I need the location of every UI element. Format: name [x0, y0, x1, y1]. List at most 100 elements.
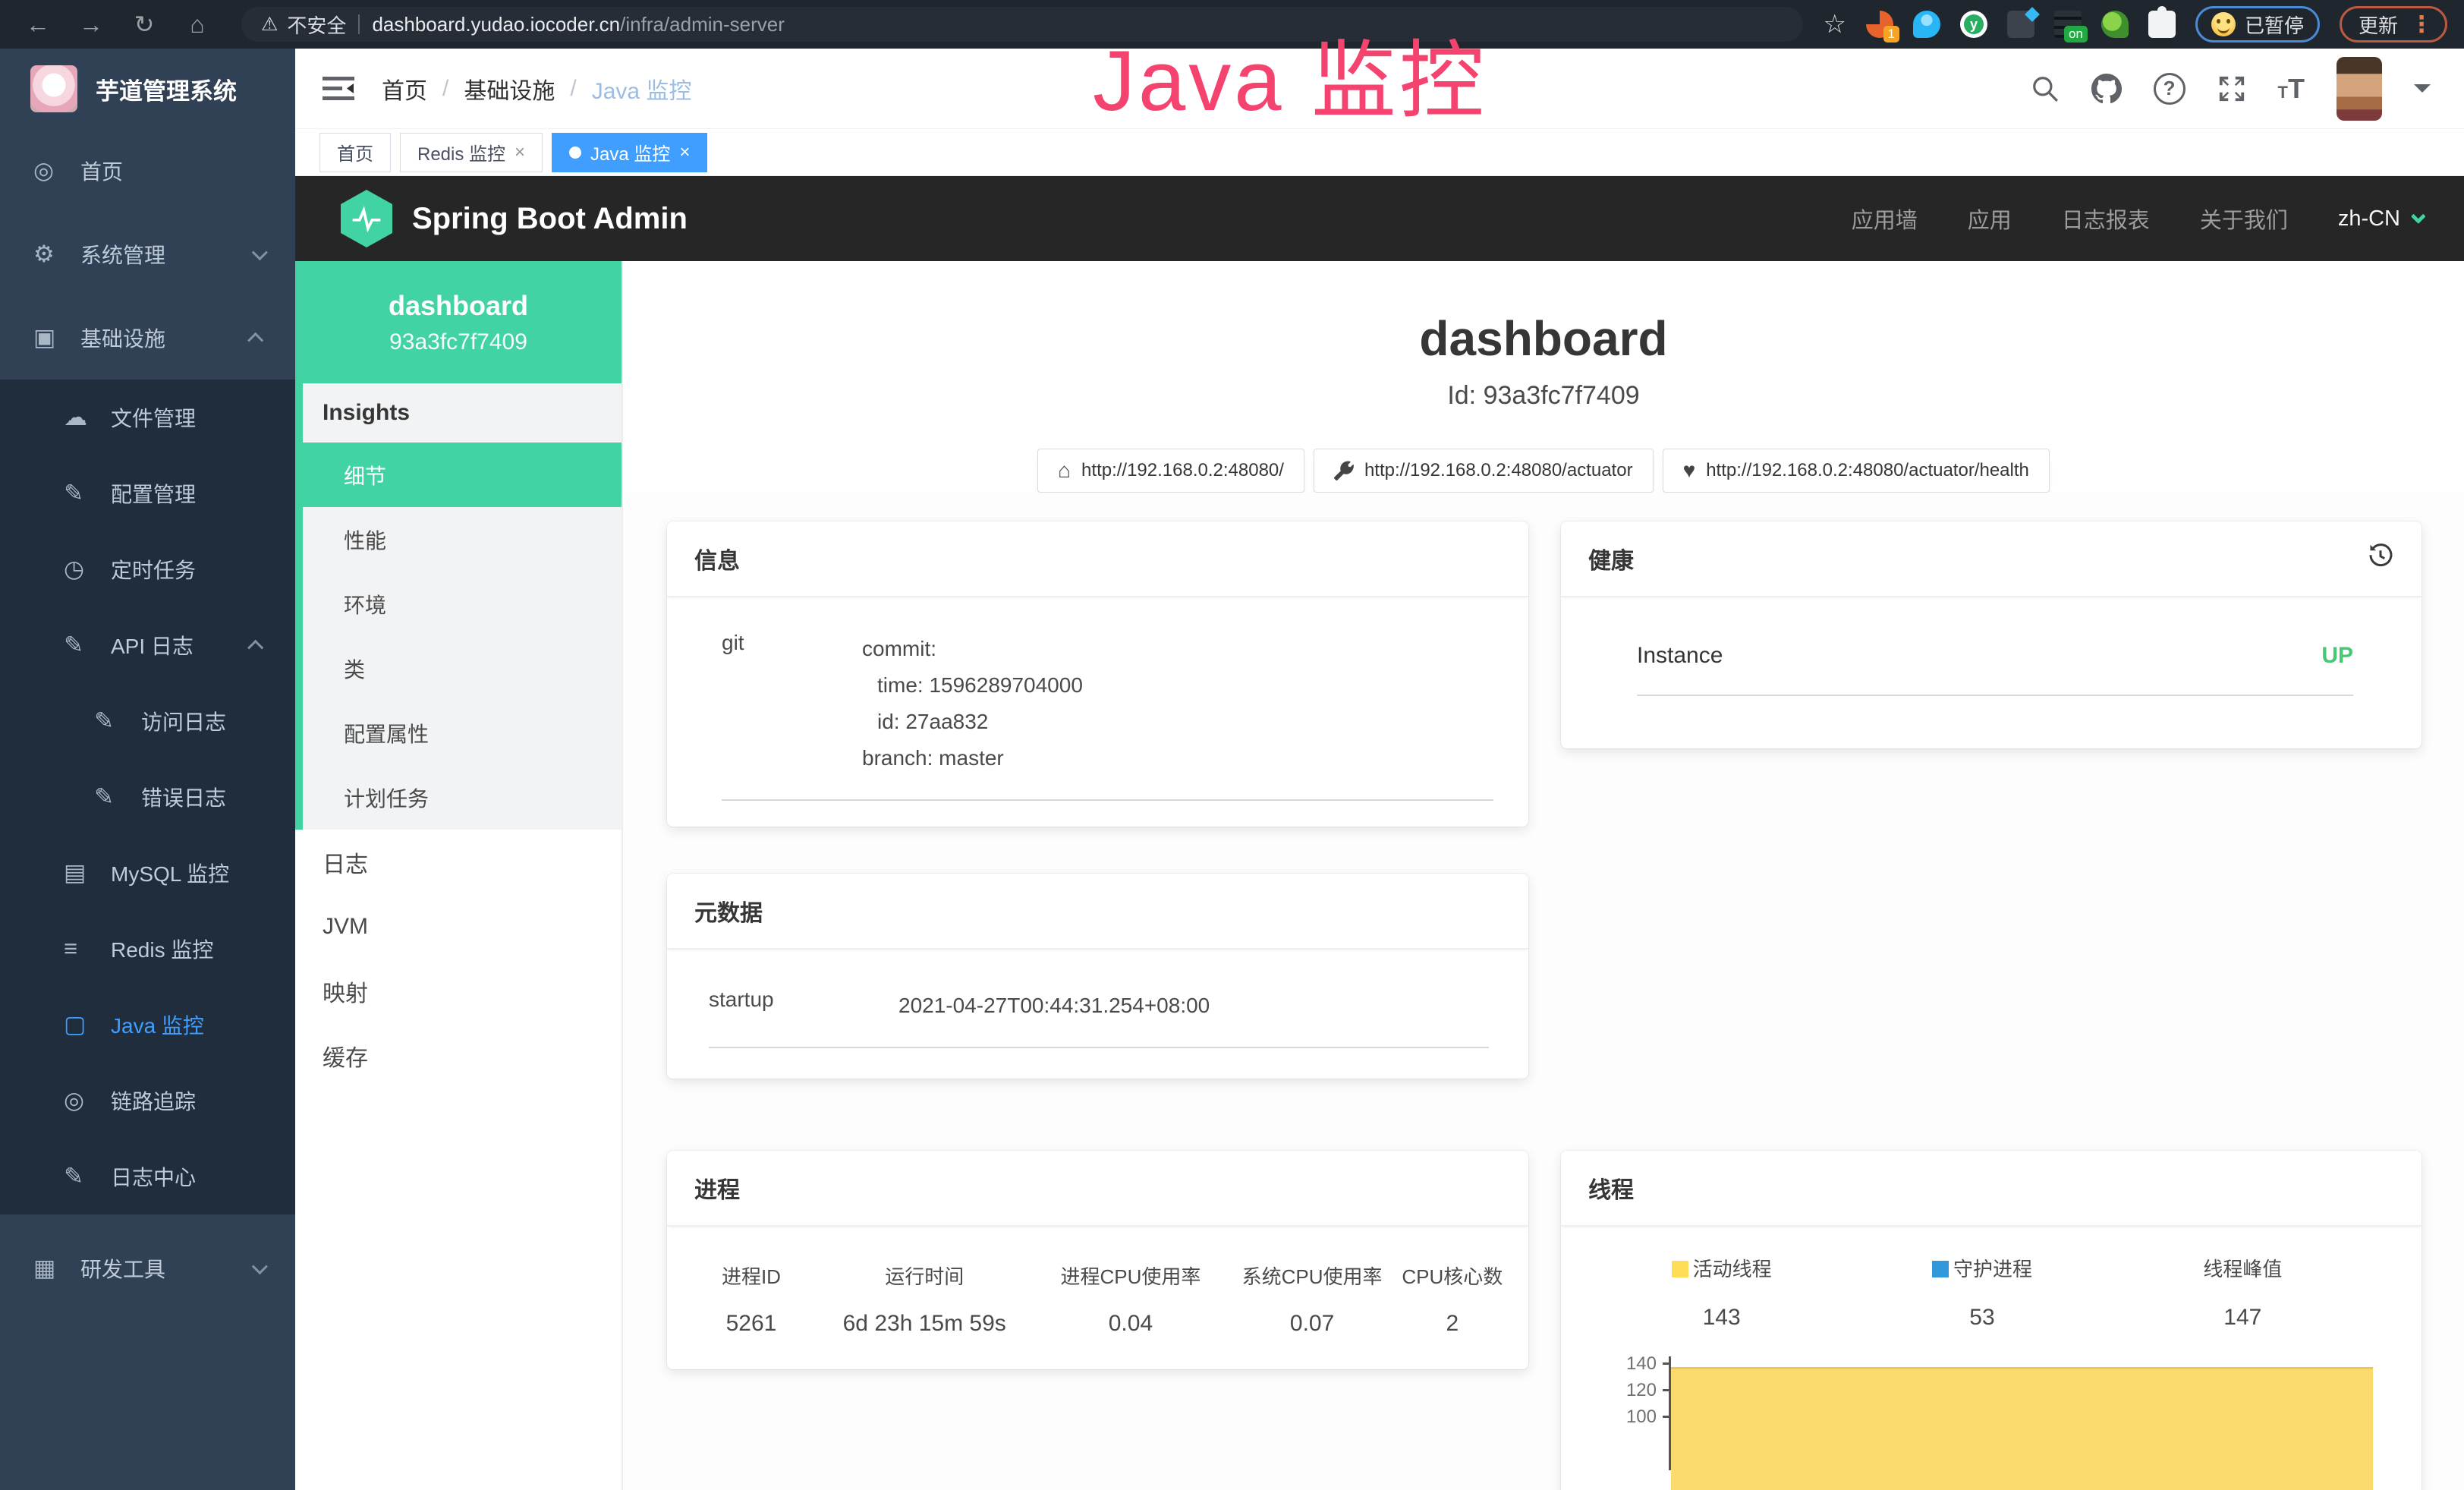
sba-menu-jvm[interactable]: JVM: [295, 894, 622, 959]
sba-menu-caches[interactable]: 缓存: [295, 1023, 622, 1088]
log-icon: ✎: [94, 707, 131, 735]
sidebar-item-scheduled-tasks[interactable]: ◷ 定时任务: [0, 531, 295, 607]
annotation-java-monitor: Java 监控: [1093, 12, 1487, 135]
browser-window: ← → ↻ ⌂ ⚠ 不安全 dashboard.yudao.iocoder.cn…: [0, 0, 2464, 1490]
breadcrumb-infrastructure[interactable]: 基础设施: [464, 72, 555, 106]
address-bar[interactable]: ⚠ 不安全 dashboard.yudao.iocoder.cn /infra/…: [241, 7, 1803, 42]
update-button[interactable]: 更新 ⋮: [2340, 6, 2447, 43]
extension-icon-4[interactable]: [2007, 11, 2034, 38]
breadcrumb-home[interactable]: 首页: [382, 72, 427, 106]
app-title: 芋道管理系统: [96, 72, 237, 106]
stat-value: 147: [2113, 1305, 2373, 1331]
instance-name: dashboard: [389, 290, 528, 322]
sba-nav-journal[interactable]: 日志报表: [2062, 203, 2150, 235]
puzzle-extensions-icon[interactable]: [2148, 11, 2176, 38]
sba-brand[interactable]: Spring Boot Admin: [412, 202, 688, 236]
sidebar-item-dev-tools[interactable]: ▦ 研发工具: [0, 1227, 295, 1310]
fullscreen-icon[interactable]: [2217, 74, 2246, 103]
sidebar-item-api-logs[interactable]: ✎ API 日志: [0, 607, 295, 683]
log-center-icon: ✎: [64, 1163, 100, 1190]
sidebar-item-access-logs[interactable]: ✎ 访问日志: [0, 683, 295, 759]
process-table: 进程ID 5261 运行时间 6d 23h 15m 59s: [685, 1262, 1510, 1337]
sba-sidebar: dashboard 93a3fc7f7409 Insights 细节 性能 环境…: [295, 261, 623, 1490]
threads-card-title: 线程: [1588, 1171, 1634, 1205]
font-size-icon[interactable]: TT: [2278, 73, 2305, 105]
sba-logo-icon[interactable]: [341, 190, 392, 247]
sba-menu-details[interactable]: 细节: [295, 443, 622, 507]
thread-stats: 活动线程 143 守护进程 53 线程峰值: [1591, 1254, 2373, 1331]
actuator-url-link[interactable]: http://192.168.0.2:48080/actuator: [1314, 449, 1654, 493]
sidebar-item-system[interactable]: ⚙ 系统管理: [0, 213, 295, 296]
sba-menu-scheduled-tasks[interactable]: 计划任务: [303, 765, 622, 830]
extension-icon-3[interactable]: y: [1960, 11, 1987, 38]
health-url-link[interactable]: ♥ http://192.168.0.2:48080/actuator/heal…: [1663, 449, 2050, 493]
forward-icon[interactable]: →: [70, 0, 112, 49]
not-secure-label: 不安全: [287, 11, 346, 39]
threads-card: 线程 活动线程 143 守护进程: [1561, 1151, 2422, 1490]
back-icon[interactable]: ←: [17, 0, 59, 49]
process-card: 进程 进程ID 5261 运行时间: [667, 1151, 1528, 1369]
tab-redis-monitor[interactable]: Redis 监控 ×: [400, 133, 543, 172]
sba-menu-config-props[interactable]: 配置属性: [303, 701, 622, 765]
sba-menu-metrics[interactable]: 性能: [303, 507, 622, 572]
sba-menu-mappings[interactable]: 映射: [295, 959, 622, 1023]
sidebar-item-mysql-monitor[interactable]: ▤ MySQL 监控: [0, 835, 295, 911]
close-icon[interactable]: ×: [679, 142, 690, 163]
info-card: 信息 git commit: time: 1596289704000 id: 2…: [667, 521, 1528, 827]
sidebar-item-file-management[interactable]: ☁ 文件管理: [0, 380, 295, 455]
live-threads-area-series: [1671, 1367, 2373, 1490]
sidebar-item-infrastructure[interactable]: ▣ 基础设施: [0, 296, 295, 380]
user-menu-caret-icon[interactable]: [2414, 84, 2431, 101]
instance-id: 93a3fc7f7409: [389, 329, 527, 355]
sidebar-item-log-center[interactable]: ✎ 日志中心: [0, 1139, 295, 1214]
avatar[interactable]: [2337, 57, 2382, 121]
metadata-startup-row: startup 2021-04-27T00:44:31.254+08:00: [709, 988, 1489, 1048]
sba-menu-classes[interactable]: 类: [303, 636, 622, 701]
metadata-card-title: 元数据: [694, 894, 763, 928]
sidebar-item-redis-monitor[interactable]: ≡ Redis 监控: [0, 911, 295, 987]
sidebar-item-java-monitor[interactable]: ▢ Java 监控: [0, 987, 295, 1063]
legend-swatch-daemon-threads: [1932, 1261, 1949, 1277]
health-instance-label: Instance: [1637, 643, 1723, 669]
github-icon[interactable]: [2091, 74, 2122, 104]
sba-nav-wallboard[interactable]: 应用墙: [1852, 203, 1918, 235]
sidebar-item-config-management[interactable]: ✎ 配置管理: [0, 455, 295, 531]
instance-header[interactable]: dashboard 93a3fc7f7409: [295, 261, 622, 383]
locale-selector[interactable]: zh-CN: [2338, 206, 2422, 232]
bookmark-star-icon[interactable]: ☆: [1823, 9, 1846, 39]
home-icon[interactable]: ⌂: [176, 0, 219, 49]
emoji-face-icon: [2211, 12, 2236, 36]
tab-java-monitor[interactable]: Java 监控 ×: [552, 133, 707, 172]
page-title: dashboard: [623, 311, 2464, 366]
java-monitor-icon: ▢: [64, 1011, 100, 1038]
paused-status-pill[interactable]: 已暂停: [2195, 6, 2320, 43]
browser-menu-icon[interactable]: ⋮: [2410, 11, 2433, 38]
tab-home[interactable]: 首页: [319, 133, 391, 172]
sba-nav-applications[interactable]: 应用: [1968, 203, 2012, 235]
app-logo-row[interactable]: 芋道管理系统: [0, 49, 295, 129]
extension-icon-2[interactable]: [1913, 11, 1940, 38]
sidebar-item-error-logs[interactable]: ✎ 错误日志: [0, 759, 295, 835]
health-history-icon[interactable]: [2367, 542, 2394, 575]
close-icon[interactable]: ×: [515, 142, 525, 163]
breadcrumb-current: Java 监控: [592, 72, 692, 106]
sidebar-item-tracing[interactable]: ◎ 链路追踪: [0, 1063, 295, 1139]
sba-menu-logs[interactable]: 日志: [295, 830, 622, 894]
sba-nav-about[interactable]: 关于我们: [2200, 203, 2288, 235]
sidebar-toggle-icon[interactable]: [323, 75, 354, 102]
extension-icon-6[interactable]: [2101, 11, 2129, 38]
stat-value: 53: [1852, 1305, 2112, 1331]
search-icon[interactable]: [2031, 74, 2060, 103]
column-header: 运行时间: [817, 1262, 1032, 1290]
health-instance-row: Instance UP: [1637, 643, 2353, 696]
help-icon[interactable]: ?: [2154, 73, 2186, 105]
cell-value: 0.07: [1229, 1311, 1394, 1337]
extension-icon-5[interactable]: on: [2054, 11, 2082, 38]
sidebar-item-home[interactable]: ◎ 首页: [0, 129, 295, 213]
extension-icon-1[interactable]: 1: [1866, 11, 1893, 38]
reload-icon[interactable]: ↻: [123, 0, 165, 49]
service-url-link[interactable]: ⌂ http://192.168.0.2:48080/: [1037, 449, 1304, 493]
wrench-icon: [1334, 461, 1354, 480]
sba-menu-environment[interactable]: 环境: [303, 572, 622, 636]
chevron-down-icon: [252, 1258, 268, 1274]
